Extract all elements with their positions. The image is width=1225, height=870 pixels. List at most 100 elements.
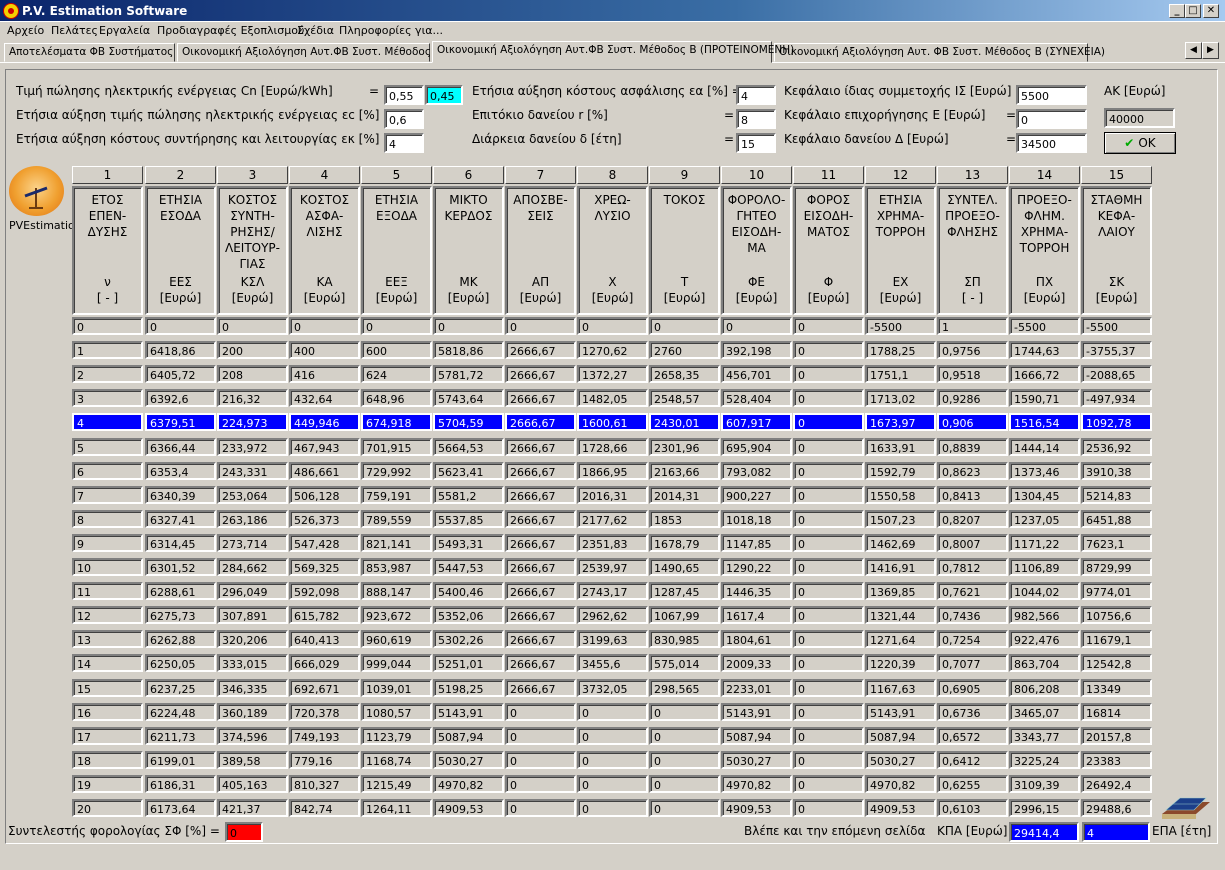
table-cell[interactable]: 5447,53: [433, 558, 504, 576]
tab-scroll-left[interactable]: ◀: [1185, 42, 1202, 59]
table-cell[interactable]: 1106,89: [1009, 558, 1080, 576]
table-cell[interactable]: 4909,53: [865, 799, 936, 817]
table-cell[interactable]: 0: [793, 438, 864, 456]
tab-pv-results[interactable]: Αποτελέσματα ΦΒ Συστήματος: [4, 43, 175, 62]
table-cell[interactable]: 11679,1: [1081, 630, 1152, 648]
table-cell[interactable]: 12542,8: [1081, 654, 1152, 672]
table-cell[interactable]: 8: [72, 510, 143, 528]
ec-field[interactable]: 0,6: [384, 109, 424, 129]
table-cell[interactable]: 374,596: [217, 727, 288, 745]
table-cell[interactable]: 7: [72, 486, 143, 504]
table-cell[interactable]: 0: [577, 703, 648, 721]
table-cell-selected[interactable]: 2666,67: [505, 413, 576, 431]
table-cell[interactable]: 17: [72, 727, 143, 745]
table-cell[interactable]: 320,206: [217, 630, 288, 648]
table-cell[interactable]: 389,58: [217, 751, 288, 769]
table-cell[interactable]: 0: [649, 775, 720, 793]
table-cell[interactable]: 6418,86: [145, 341, 216, 359]
table-cell[interactable]: 0: [72, 317, 143, 335]
table-cell[interactable]: 5581,2: [433, 486, 504, 504]
table-cell[interactable]: 2301,96: [649, 438, 720, 456]
table-cell[interactable]: 392,198: [721, 341, 792, 359]
table-cell[interactable]: 5087,94: [721, 727, 792, 745]
table-cell[interactable]: 4970,82: [433, 775, 504, 793]
table-cell[interactable]: 1270,62: [577, 341, 648, 359]
table-cell[interactable]: 4909,53: [721, 799, 792, 817]
table-cell[interactable]: 10756,6: [1081, 606, 1152, 624]
table-cell[interactable]: 615,782: [289, 606, 360, 624]
table-cell[interactable]: 26492,4: [1081, 775, 1152, 793]
table-cell[interactable]: 405,163: [217, 775, 288, 793]
table-cell[interactable]: 2666,67: [505, 630, 576, 648]
table-cell[interactable]: 3199,63: [577, 630, 648, 648]
table-cell[interactable]: 4909,53: [433, 799, 504, 817]
table-cell[interactable]: 0: [145, 317, 216, 335]
table-cell[interactable]: 1287,45: [649, 582, 720, 600]
table-cell[interactable]: 2666,67: [505, 486, 576, 504]
table-cell[interactable]: 1507,23: [865, 510, 936, 528]
table-cell[interactable]: 23383: [1081, 751, 1152, 769]
table-cell[interactable]: 1617,4: [721, 606, 792, 624]
table-cell[interactable]: 9774,01: [1081, 582, 1152, 600]
table-cell[interactable]: 5143,91: [433, 703, 504, 721]
table-cell[interactable]: 6392,6: [145, 389, 216, 407]
table-cell[interactable]: 2177,62: [577, 510, 648, 528]
table-cell[interactable]: 421,37: [217, 799, 288, 817]
table-cell[interactable]: 1866,95: [577, 462, 648, 480]
table-cell[interactable]: 5198,25: [433, 679, 504, 697]
table-cell[interactable]: 0: [361, 317, 432, 335]
table-cell[interactable]: 853,987: [361, 558, 432, 576]
table-cell[interactable]: 0,6905: [937, 679, 1008, 697]
table-cell[interactable]: 5664,53: [433, 438, 504, 456]
table-cell[interactable]: 0: [577, 799, 648, 817]
table-cell[interactable]: 4970,82: [865, 775, 936, 793]
table-cell[interactable]: 1168,74: [361, 751, 432, 769]
table-cell[interactable]: 2996,15: [1009, 799, 1080, 817]
table-cell[interactable]: 2009,33: [721, 654, 792, 672]
table-cell[interactable]: 0: [793, 486, 864, 504]
close-button[interactable]: ✕: [1203, 4, 1219, 18]
table-cell[interactable]: 3455,6: [577, 654, 648, 672]
table-cell[interactable]: 263,186: [217, 510, 288, 528]
table-cell[interactable]: 0,7077: [937, 654, 1008, 672]
table-cell[interactable]: 2666,67: [505, 558, 576, 576]
table-cell[interactable]: 2539,97: [577, 558, 648, 576]
table-cell[interactable]: 842,74: [289, 799, 360, 817]
table-cell[interactable]: 923,672: [361, 606, 432, 624]
table-cell[interactable]: 6199,01: [145, 751, 216, 769]
table-cell[interactable]: 13349: [1081, 679, 1152, 697]
table-cell[interactable]: 1444,14: [1009, 438, 1080, 456]
table-cell-selected[interactable]: 674,918: [361, 413, 432, 431]
table-cell[interactable]: 0: [793, 727, 864, 745]
table-cell[interactable]: 0: [649, 317, 720, 335]
table-cell[interactable]: 0,7254: [937, 630, 1008, 648]
table-cell[interactable]: 6366,44: [145, 438, 216, 456]
tab-method-b-continued[interactable]: Οικονομική Αξιολόγηση Αυτ. ΦΒ Συστ. Μέθο…: [774, 43, 1105, 62]
table-cell[interactable]: 1751,1: [865, 365, 936, 383]
table-cell[interactable]: 0: [793, 775, 864, 793]
table-cell[interactable]: 20: [72, 799, 143, 817]
table-cell[interactable]: 0: [505, 317, 576, 335]
table-cell[interactable]: 1067,99: [649, 606, 720, 624]
table-cell[interactable]: 0: [649, 703, 720, 721]
table-cell[interactable]: 1039,01: [361, 679, 432, 697]
table-cell[interactable]: 1713,02: [865, 389, 936, 407]
cn-field-2[interactable]: 0,45: [425, 85, 463, 105]
table-cell[interactable]: 0: [793, 341, 864, 359]
table-cell[interactable]: 307,891: [217, 606, 288, 624]
table-cell[interactable]: 547,428: [289, 534, 360, 552]
table-cell[interactable]: 806,208: [1009, 679, 1080, 697]
table-cell[interactable]: 0,7621: [937, 582, 1008, 600]
table-cell[interactable]: 0: [649, 751, 720, 769]
table-cell[interactable]: 1853: [649, 510, 720, 528]
table-cell[interactable]: 0,6103: [937, 799, 1008, 817]
table-cell[interactable]: 0,7812: [937, 558, 1008, 576]
table-cell[interactable]: -5500: [1009, 317, 1080, 335]
table-cell[interactable]: 298,565: [649, 679, 720, 697]
table-cell[interactable]: 1373,46: [1009, 462, 1080, 480]
table-cell[interactable]: 5400,46: [433, 582, 504, 600]
table-cell[interactable]: 200: [217, 341, 288, 359]
table-cell[interactable]: 13: [72, 630, 143, 648]
table-cell[interactable]: 1220,39: [865, 654, 936, 672]
table-cell[interactable]: 0: [793, 582, 864, 600]
